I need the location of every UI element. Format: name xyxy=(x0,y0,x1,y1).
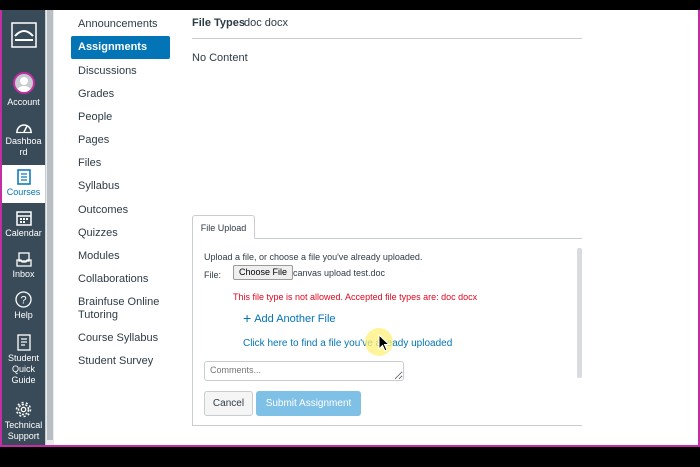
course-nav-brainfuse[interactable]: Brainfuse Online Tutoring xyxy=(71,296,170,322)
divider xyxy=(192,38,582,39)
gear-icon xyxy=(15,401,32,418)
global-nav-account[interactable]: Account xyxy=(2,72,45,108)
cancel-button[interactable]: Cancel xyxy=(204,391,253,416)
course-nav-people[interactable]: People xyxy=(71,111,170,124)
guide-icon xyxy=(16,334,31,351)
global-nav-technical-support-label: Technical Support xyxy=(4,420,43,441)
add-another-file-link[interactable]: + Add Another File xyxy=(243,310,336,326)
global-nav-technical-support[interactable]: Technical Support xyxy=(2,401,45,442)
course-nav-files[interactable]: Files xyxy=(71,157,170,170)
global-nav-inbox-label: Inbox xyxy=(12,269,35,279)
global-nav-calendar-label: Calendar xyxy=(5,228,42,238)
course-nav-assignments[interactable]: Assignments xyxy=(71,36,170,59)
course-nav-quizzes[interactable]: Quizzes xyxy=(71,227,170,240)
global-nav-courses-label: Courses xyxy=(6,187,41,197)
assignment-content: File Types doc docx No Content File Uplo… xyxy=(192,10,582,445)
tab-file-upload[interactable]: File Upload xyxy=(192,215,255,239)
dashboard-icon xyxy=(15,124,32,134)
global-nav-dashboard[interactable]: Dashboa rd xyxy=(2,120,45,158)
file-type-error: This file type is not allowed. Accepted … xyxy=(233,292,478,302)
institution-logo[interactable] xyxy=(2,22,45,58)
global-nav-student-quick-guide[interactable]: Student Quick Guide xyxy=(2,334,45,386)
global-nav-dashboard-label: Dashboa rd xyxy=(5,136,42,157)
courses-icon xyxy=(16,169,31,185)
selected-file-name: canvas upload test.doc xyxy=(293,268,386,278)
global-navigation: Account Dashboa rd Courses Calendar Inbo… xyxy=(2,10,45,445)
svg-text:?: ? xyxy=(20,295,26,307)
find-uploaded-file-link[interactable]: Click here to find a file you've already… xyxy=(243,338,452,349)
course-nav-collaborations[interactable]: Collaborations xyxy=(71,273,170,286)
nav-scrollbar[interactable] xyxy=(45,10,54,445)
global-nav-help[interactable]: ? Help xyxy=(2,291,45,321)
comments-field[interactable] xyxy=(204,361,404,381)
course-nav-discussions[interactable]: Discussions xyxy=(71,65,170,78)
course-nav-outcomes[interactable]: Outcomes xyxy=(71,204,170,217)
course-nav-pages[interactable]: Pages xyxy=(71,134,170,147)
course-navigation: Announcements Assignments Discussions Gr… xyxy=(54,10,174,445)
course-nav-modules[interactable]: Modules xyxy=(71,250,170,263)
nav-scrollbar-thumb[interactable] xyxy=(47,10,53,440)
course-nav-syllabus[interactable]: Syllabus xyxy=(71,180,170,193)
browser-viewport: Account Dashboa rd Courses Calendar Inbo… xyxy=(0,10,700,447)
submit-assignment-button[interactable]: Submit Assignment xyxy=(256,391,361,416)
global-nav-inbox[interactable]: Inbox xyxy=(2,252,45,280)
global-nav-account-label: Account xyxy=(7,97,40,107)
mouse-cursor-icon xyxy=(378,334,390,352)
course-nav-announcements[interactable]: Announcements xyxy=(71,18,170,31)
global-nav-student-quick-guide-label: Student Quick Guide xyxy=(7,353,40,385)
plus-icon: + xyxy=(243,310,252,326)
file-types-value: doc docx xyxy=(244,17,289,29)
global-nav-courses[interactable]: Courses xyxy=(2,165,45,203)
global-nav-calendar[interactable]: Calendar xyxy=(2,210,45,239)
upload-instructions: Upload a file, or choose a file you've a… xyxy=(204,252,423,262)
logo-icon xyxy=(10,22,37,48)
help-icon: ? xyxy=(15,291,32,308)
course-nav-course-syllabus[interactable]: Course Syllabus xyxy=(71,332,170,345)
panel-scrollbar[interactable] xyxy=(577,248,582,378)
avatar-icon xyxy=(12,72,35,94)
assignment-description: No Content xyxy=(192,52,248,64)
file-types-label: File Types xyxy=(192,17,245,29)
course-nav-grades[interactable]: Grades xyxy=(71,88,170,101)
file-label: File: xyxy=(204,270,222,280)
choose-file-button[interactable]: Choose File xyxy=(233,265,294,280)
global-nav-help-label: Help xyxy=(14,310,33,320)
calendar-icon xyxy=(15,211,32,226)
course-nav-student-survey[interactable]: Student Survey xyxy=(71,355,170,368)
add-another-file-label: Add Another File xyxy=(254,313,336,325)
inbox-icon xyxy=(15,252,32,267)
